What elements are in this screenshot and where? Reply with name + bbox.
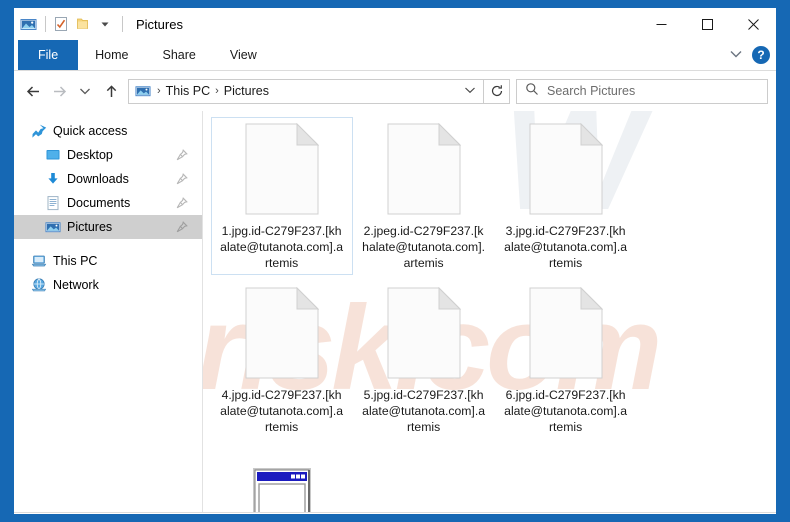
up-arrow-icon[interactable]: [98, 78, 124, 104]
file-name: 2.jpeg.id-C279F237.[khalate@tutanota.com…: [362, 224, 485, 270]
breadcrumb-pictures[interactable]: Pictures: [221, 84, 272, 98]
desktop-icon: [44, 147, 61, 164]
breadcrumb-separator-2: ›: [215, 85, 219, 97]
file-list-pane[interactable]: W risk.com 1.jpg.id-C279F237.[khalate@tu…: [203, 111, 776, 512]
documents-icon: [44, 195, 61, 212]
file-item[interactable]: 2.jpeg.id-C279F237.[khalate@tutanota.com…: [353, 117, 495, 275]
file-name: 5.jpg.id-C279F237.[khalate@tutanota.com]…: [362, 388, 485, 434]
star-pin-icon: [30, 123, 47, 140]
breadcrumb-separator-1: ›: [157, 85, 161, 97]
file-item[interactable]: 1.jpg.id-C279F237.[khalate@tutanota.com]…: [210, 117, 353, 275]
file-item[interactable]: 5.jpg.id-C279F237.[khalate@tutanota.com]…: [353, 281, 495, 439]
title-bar: Pictures: [14, 8, 776, 40]
file-item[interactable]: info-decrypt.hta: [211, 445, 353, 512]
sidebar-gap-1: [14, 239, 202, 249]
explorer-body: Quick access Desktop Downloads Documents…: [14, 111, 776, 512]
sidebar-item-desktop[interactable]: Desktop: [14, 143, 202, 167]
file-explorer-window: Pictures File Home Share View ? › This P…: [0, 0, 790, 522]
properties-icon[interactable]: [51, 14, 71, 34]
quick-access-separator-2: [122, 16, 123, 32]
pin-icon[interactable]: [176, 173, 188, 185]
pictures-folder-icon[interactable]: [18, 14, 38, 34]
quick-access-separator-1: [45, 16, 46, 32]
generic-file-icon: [234, 285, 330, 381]
generic-file-icon: [518, 285, 614, 381]
breadcrumb-this-pc[interactable]: This PC: [163, 84, 213, 98]
generic-file-icon: [376, 285, 472, 381]
expand-ribbon-chevron-down-icon[interactable]: [729, 46, 743, 64]
window-frame: Pictures File Home Share View ? › This P…: [14, 8, 776, 514]
address-chevron-down-icon[interactable]: [464, 86, 483, 97]
pictures-icon: [133, 81, 153, 101]
file-name: 4.jpg.id-C279F237.[khalate@tutanota.com]…: [220, 388, 343, 434]
new-folder-icon[interactable]: [73, 14, 93, 34]
minimize-button[interactable]: [638, 8, 684, 40]
sidebar-item-this-pc[interactable]: This PC: [14, 249, 202, 273]
search-icon: [525, 82, 539, 101]
file-item[interactable]: 4.jpg.id-C279F237.[khalate@tutanota.com]…: [211, 281, 353, 439]
tab-home[interactable]: Home: [78, 40, 145, 70]
window-controls: [638, 8, 776, 40]
search-placeholder: Search Pictures: [547, 84, 636, 98]
window-title: Pictures: [136, 16, 183, 32]
pin-icon[interactable]: [176, 221, 188, 233]
sidebar-item-pictures[interactable]: Pictures: [14, 215, 202, 239]
sidebar-item-network[interactable]: Network: [14, 273, 202, 297]
sidebar-item-label: Desktop: [67, 148, 113, 162]
pin-icon[interactable]: [176, 197, 188, 209]
maximize-button[interactable]: [684, 8, 730, 40]
navigation-pane: Quick access Desktop Downloads Documents…: [14, 111, 202, 512]
downloads-icon: [44, 171, 61, 188]
tab-view[interactable]: View: [213, 40, 274, 70]
file-name: 1.jpg.id-C279F237.[khalate@tutanota.com]…: [220, 224, 343, 270]
file-grid: 1.jpg.id-C279F237.[khalate@tutanota.com]…: [203, 111, 776, 512]
sidebar-item-label: Documents: [67, 196, 131, 210]
file-item[interactable]: 6.jpg.id-C279F237.[khalate@tutanota.com]…: [495, 281, 637, 439]
close-button[interactable]: [730, 8, 776, 40]
network-icon: [30, 277, 47, 294]
customize-quick-access-chevron-icon[interactable]: [95, 14, 115, 34]
back-arrow-icon[interactable]: [20, 78, 46, 104]
ribbon-right-controls: ?: [729, 40, 770, 70]
file-item[interactable]: 3.jpg.id-C279F237.[khalate@tutanota.com]…: [495, 117, 637, 275]
forward-arrow-icon[interactable]: [46, 78, 72, 104]
tab-file[interactable]: File: [18, 40, 79, 70]
address-bar[interactable]: › This PC › Pictures: [128, 78, 484, 104]
sidebar-item-label: This PC: [53, 254, 98, 268]
file-name: 6.jpg.id-C279F237.[khalate@tutanota.com]…: [504, 388, 627, 434]
generic-file-icon: [518, 121, 614, 217]
sidebar-item-label: Quick access: [53, 124, 128, 138]
generic-file-icon: [234, 121, 330, 217]
status-bar: 7 items: [14, 512, 776, 514]
recent-locations-chevron-icon[interactable]: [72, 78, 98, 104]
refresh-icon[interactable]: [484, 78, 510, 104]
sidebar-item-downloads[interactable]: Downloads: [14, 167, 202, 191]
file-name: 3.jpg.id-C279F237.[khalate@tutanota.com]…: [504, 224, 627, 270]
navigation-bar: › This PC › Pictures Search Pictures: [14, 71, 776, 111]
generic-file-icon: [376, 121, 472, 217]
hta-application-icon: [234, 449, 330, 512]
sidebar-item-quick-access[interactable]: Quick access: [14, 119, 202, 143]
tab-share[interactable]: Share: [146, 40, 213, 70]
pin-icon[interactable]: [176, 149, 188, 161]
search-input[interactable]: Search Pictures: [516, 78, 768, 104]
this-pc-icon: [30, 253, 47, 270]
ribbon-tabs: File Home Share View ?: [14, 40, 776, 71]
help-button[interactable]: ?: [752, 46, 770, 64]
sidebar-item-documents[interactable]: Documents: [14, 191, 202, 215]
sidebar-item-label: Downloads: [67, 172, 129, 186]
sidebar-item-label: Network: [53, 278, 99, 292]
pictures-icon: [44, 219, 61, 236]
sidebar-item-label: Pictures: [67, 220, 113, 234]
